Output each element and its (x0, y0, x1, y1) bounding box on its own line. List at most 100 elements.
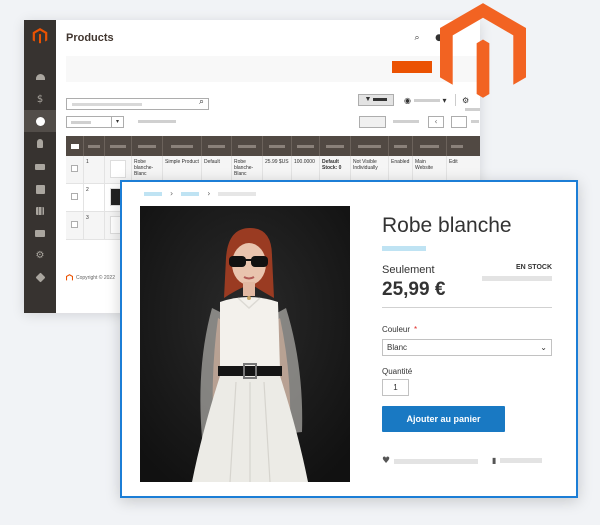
marketing-icon[interactable] (24, 156, 56, 178)
row-name: Robe blanche-Blanc (132, 156, 163, 183)
row-checkbox-cell (66, 212, 84, 239)
eye-icon: ◉ (404, 96, 411, 105)
admin-footer: Copyright © 2022 (66, 274, 115, 282)
prev-page-button[interactable]: ‹ (428, 116, 444, 128)
per-page-select[interactable] (359, 116, 386, 128)
row-price: 25.99 $US (263, 156, 292, 183)
sku-text (482, 276, 552, 281)
add-to-compare-link[interactable]: ▮ (492, 456, 543, 465)
grid-header (66, 136, 480, 156)
records-found-text (138, 120, 176, 123)
attribute-set-column-header[interactable] (202, 136, 232, 156)
wishlist-label (394, 458, 479, 464)
row-id: 3 (84, 212, 105, 239)
breadcrumb-current (218, 191, 257, 196)
row-attribute-set: Default (202, 156, 232, 183)
row-type: Simple Product (163, 156, 202, 183)
breadcrumb-separator-icon: › (207, 189, 211, 198)
product-title: Robe blanche (382, 214, 512, 237)
row-checkbox[interactable] (71, 221, 78, 228)
required-marker: * (414, 325, 418, 334)
page-count-text (471, 120, 479, 123)
columns-label (465, 108, 480, 111)
divider (382, 307, 552, 308)
chevron-down-icon: ▾ (111, 117, 123, 127)
row-checkbox[interactable] (71, 165, 78, 172)
mass-actions-select[interactable]: ▾ (66, 116, 124, 128)
product-thumbnail (110, 160, 126, 178)
row-salable-quantity: Default Stock: 0 (320, 156, 351, 183)
thumbnail-column-header (105, 136, 132, 156)
row-checkbox-cell (66, 156, 84, 183)
visibility-column-header[interactable] (351, 136, 389, 156)
chevron-down-icon: ⌄ (540, 343, 547, 352)
quantity-column-header[interactable] (292, 136, 320, 156)
extensions-icon[interactable] (24, 266, 56, 288)
copyright-text: Copyright © 2022 (76, 275, 115, 281)
breadcrumb-home[interactable] (144, 191, 162, 196)
action-column-header (447, 136, 467, 156)
sales-icon[interactable]: $ (24, 88, 56, 110)
add-to-cart-button[interactable]: Ajouter au panier (382, 406, 505, 432)
status-column-header[interactable] (389, 136, 413, 156)
add-to-wishlist-link[interactable]: ♥ (382, 456, 479, 466)
breadcrumb-separator-icon: › (170, 189, 174, 198)
id-column-header[interactable] (84, 136, 105, 156)
sku-column-header[interactable] (232, 136, 263, 156)
search-placeholder (72, 103, 142, 106)
catalog-icon[interactable] (24, 110, 56, 132)
product-photo[interactable] (140, 206, 350, 482)
type-column-header[interactable] (163, 136, 202, 156)
select-all-header[interactable] (66, 136, 84, 156)
salable-quantity-column-header[interactable] (320, 136, 351, 156)
color-select[interactable]: Blanc ⌄ (382, 339, 552, 356)
content-icon[interactable] (24, 178, 56, 200)
filter-icon: ▼ (364, 96, 372, 103)
heart-icon: ♥ (382, 456, 391, 466)
row-thumbnail-cell (105, 156, 132, 183)
search-icon[interactable]: ⌕ (199, 97, 204, 107)
filters-button[interactable]: ▼ (358, 94, 394, 106)
breadcrumb-category[interactable] (181, 191, 200, 196)
price-column-header[interactable] (263, 136, 292, 156)
dashboard-icon[interactable] (24, 66, 56, 88)
admin-sidebar: $ ⚙ (24, 20, 56, 313)
color-label-text: Couleur (382, 325, 411, 334)
name-column-header[interactable] (132, 136, 163, 156)
row-status: Enabled (389, 156, 413, 183)
row-checkbox-cell (66, 184, 84, 211)
page-number-input[interactable] (451, 116, 467, 128)
magento-logo-icon (440, 3, 526, 98)
color-label: Couleur * (382, 325, 417, 334)
filters-label (373, 97, 388, 101)
websites-column-header[interactable] (413, 136, 447, 156)
global-search-icon[interactable]: ⌕ (412, 33, 422, 43)
add-product-button[interactable] (392, 61, 432, 73)
row-id: 2 (84, 184, 105, 211)
row-websites: Main Website (413, 156, 447, 183)
row-id: 1 (84, 156, 105, 183)
model-in-white-dress-illustration (140, 206, 350, 482)
color-selected-value: Blanc (387, 343, 408, 352)
customers-icon[interactable] (24, 132, 56, 154)
product-price: 25,99 € (382, 279, 446, 300)
quantity-input[interactable]: 1 (382, 379, 409, 396)
product-page-window: › › Robe blanche Seulement 25,99 € EN ST… (120, 180, 578, 498)
row-quantity: 100.0000 (292, 156, 320, 183)
quantity-label: Quantité (382, 367, 413, 376)
price-label: Seulement (382, 264, 435, 276)
per-page-label (393, 120, 419, 123)
system-icon[interactable]: ⚙ (24, 244, 56, 266)
row-visibility: Not Visible Individually (351, 156, 389, 183)
row-checkbox[interactable] (71, 193, 78, 200)
stock-status: EN STOCK (515, 264, 552, 271)
row-sku: Robe blanche-Blanc (232, 156, 263, 183)
row-edit-link[interactable]: Edit (447, 156, 467, 183)
view-label (413, 99, 440, 102)
stores-icon[interactable] (24, 222, 56, 244)
keyword-search-input[interactable]: ⌕ (66, 97, 209, 110)
compare-label (500, 458, 543, 463)
reports-icon[interactable] (24, 200, 56, 222)
magento-small-logo-icon[interactable] (32, 28, 48, 44)
page-title: Products (66, 32, 114, 44)
